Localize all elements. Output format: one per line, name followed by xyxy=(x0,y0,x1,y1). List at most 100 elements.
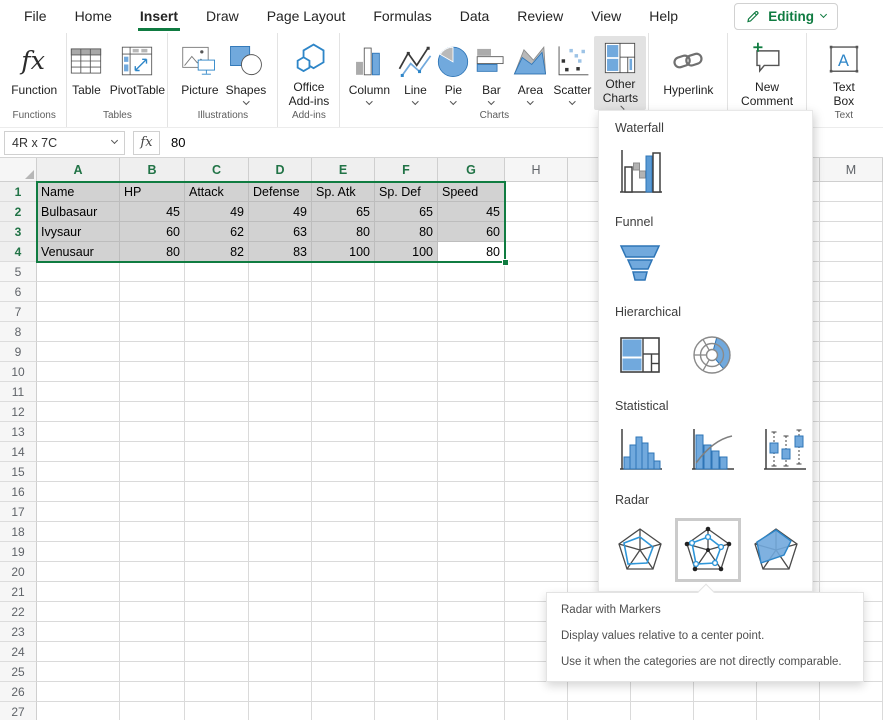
ribbon-button-table[interactable]: Table xyxy=(66,36,106,110)
radar-markers-chart-icon[interactable] xyxy=(683,525,733,575)
cell-E2[interactable]: 65 xyxy=(312,202,375,222)
column-header-B[interactable]: B xyxy=(120,158,185,182)
cell-F3[interactable]: 80 xyxy=(375,222,438,242)
cell-G1[interactable]: Speed xyxy=(438,182,505,202)
funnel-chart-icon[interactable] xyxy=(615,240,665,286)
cell-B1[interactable]: HP xyxy=(120,182,185,202)
ribbon-button-other-charts[interactable]: Other Charts xyxy=(594,36,646,110)
column-header-E[interactable]: E xyxy=(312,158,375,182)
column-header-M[interactable]: M xyxy=(820,158,883,182)
row-header-11[interactable]: 11 xyxy=(0,382,37,402)
ribbon-button-pie-chart[interactable]: Pie xyxy=(434,36,472,110)
ribbon-button-function[interactable]: fx Function xyxy=(4,36,64,110)
row-header-18[interactable]: 18 xyxy=(0,522,37,542)
treemap-chart-icon[interactable] xyxy=(615,330,665,380)
ribbon-button-bar-chart[interactable]: Bar xyxy=(472,36,510,110)
row-header-14[interactable]: 14 xyxy=(0,442,37,462)
cell-B4[interactable]: 80 xyxy=(120,242,185,262)
cell-F2[interactable]: 65 xyxy=(375,202,438,222)
menu-file[interactable]: File xyxy=(10,0,61,33)
row-header-24[interactable]: 24 xyxy=(0,642,37,662)
column-header-G[interactable]: G xyxy=(438,158,505,182)
column-header-C[interactable]: C xyxy=(185,158,249,182)
formula-input[interactable]: 80 xyxy=(171,135,185,150)
cell-B2[interactable]: 45 xyxy=(120,202,185,222)
ribbon-button-line-chart[interactable]: Line xyxy=(396,36,434,110)
cell-C3[interactable]: 62 xyxy=(185,222,249,242)
row-header-10[interactable]: 10 xyxy=(0,362,37,382)
menu-help[interactable]: Help xyxy=(635,0,692,33)
row-header-27[interactable]: 27 xyxy=(0,702,37,720)
row-header-4[interactable]: 4 xyxy=(0,242,37,262)
ribbon-button-shapes[interactable]: Shapes xyxy=(223,36,269,110)
column-header-H[interactable]: H xyxy=(505,158,568,182)
editing-mode-button[interactable]: Editing xyxy=(734,3,838,30)
cell-F1[interactable]: Sp. Def xyxy=(375,182,438,202)
cell-A1[interactable]: Name xyxy=(37,182,120,202)
ribbon-button-pivottable[interactable]: PivotTable xyxy=(106,36,168,110)
cell-A2[interactable]: Bulbasaur xyxy=(37,202,120,222)
ribbon-button-area-chart[interactable]: Area xyxy=(510,36,550,110)
ribbon-button-column-chart[interactable]: Column xyxy=(342,36,396,110)
row-header-16[interactable]: 16 xyxy=(0,482,37,502)
row-header-19[interactable]: 19 xyxy=(0,542,37,562)
select-all-corner[interactable] xyxy=(0,158,37,182)
menu-formulas[interactable]: Formulas xyxy=(359,0,445,33)
ribbon-button-hyperlink[interactable]: Hyperlink xyxy=(651,36,725,110)
row-header-22[interactable]: 22 xyxy=(0,602,37,622)
cell-B3[interactable]: 60 xyxy=(120,222,185,242)
cell-D2[interactable]: 49 xyxy=(249,202,312,222)
row-header-1[interactable]: 1 xyxy=(0,182,37,202)
cell-C1[interactable]: Attack xyxy=(185,182,249,202)
row-header-21[interactable]: 21 xyxy=(0,582,37,602)
insert-function-button[interactable]: fx xyxy=(133,131,160,155)
radar-chart-icon[interactable] xyxy=(615,525,665,575)
name-box[interactable]: 4R x 7C xyxy=(4,131,125,155)
sunburst-chart-icon[interactable] xyxy=(687,330,737,380)
row-header-8[interactable]: 8 xyxy=(0,322,37,342)
cell-E1[interactable]: Sp. Atk xyxy=(312,182,375,202)
cell-E3[interactable]: 80 xyxy=(312,222,375,242)
cell-D4[interactable]: 83 xyxy=(249,242,312,262)
pareto-chart-icon[interactable] xyxy=(687,424,737,474)
row-header-5[interactable]: 5 xyxy=(0,262,37,282)
column-header-A[interactable]: A xyxy=(37,158,120,182)
ribbon-button-office-addins[interactable]: Office Add-ins xyxy=(280,36,337,110)
menu-home[interactable]: Home xyxy=(61,0,126,33)
row-header-2[interactable]: 2 xyxy=(0,202,37,222)
row-header-26[interactable]: 26 xyxy=(0,682,37,702)
menu-page-layout[interactable]: Page Layout xyxy=(253,0,360,33)
cell-G4[interactable]: 80 xyxy=(438,242,505,262)
cell-C2[interactable]: 49 xyxy=(185,202,249,222)
row-header-13[interactable]: 13 xyxy=(0,422,37,442)
cell-G3[interactable]: 60 xyxy=(438,222,505,242)
menu-data[interactable]: Data xyxy=(446,0,504,33)
row-header-23[interactable]: 23 xyxy=(0,622,37,642)
cell-E4[interactable]: 100 xyxy=(312,242,375,262)
row-header-3[interactable]: 3 xyxy=(0,222,37,242)
box-whisker-chart-icon[interactable] xyxy=(759,424,809,474)
histogram-chart-icon[interactable] xyxy=(615,424,665,474)
cell-F4[interactable]: 100 xyxy=(375,242,438,262)
fill-handle[interactable] xyxy=(502,259,509,266)
cell-C4[interactable]: 82 xyxy=(185,242,249,262)
filled-radar-chart-icon[interactable] xyxy=(751,525,801,575)
row-header-7[interactable]: 7 xyxy=(0,302,37,322)
menu-draw[interactable]: Draw xyxy=(192,0,253,33)
menu-review[interactable]: Review xyxy=(503,0,577,33)
column-header-D[interactable]: D xyxy=(249,158,312,182)
row-header-9[interactable]: 9 xyxy=(0,342,37,362)
ribbon-button-picture[interactable]: Picture xyxy=(177,36,223,110)
menu-view[interactable]: View xyxy=(577,0,635,33)
ribbon-button-text-box[interactable]: A Text Box xyxy=(822,36,866,110)
row-header-15[interactable]: 15 xyxy=(0,462,37,482)
cell-A4[interactable]: Venusaur xyxy=(37,242,120,262)
menu-insert[interactable]: Insert xyxy=(126,0,192,33)
row-header-6[interactable]: 6 xyxy=(0,282,37,302)
cell-D3[interactable]: 63 xyxy=(249,222,312,242)
row-header-12[interactable]: 12 xyxy=(0,402,37,422)
row-header-17[interactable]: 17 xyxy=(0,502,37,522)
waterfall-chart-icon[interactable] xyxy=(615,146,665,196)
column-header-F[interactable]: F xyxy=(375,158,438,182)
cell-D1[interactable]: Defense xyxy=(249,182,312,202)
